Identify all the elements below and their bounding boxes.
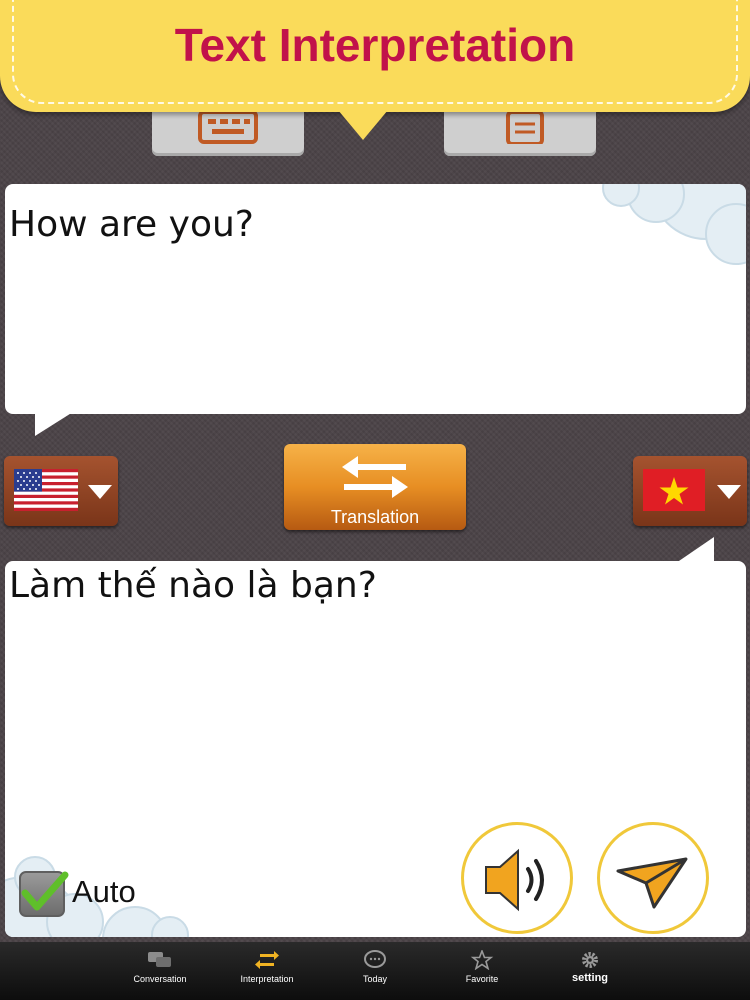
cloud-decoration bbox=[602, 184, 746, 265]
send-icon bbox=[616, 857, 688, 909]
star-icon bbox=[470, 950, 494, 970]
vietnam-flag-icon bbox=[643, 469, 705, 511]
tab-conversation[interactable]: Conversation bbox=[100, 942, 220, 1000]
translated-text: Làm thế nào là bạn? bbox=[9, 565, 377, 606]
chevron-down-icon bbox=[88, 485, 112, 499]
page-title: Text Interpretation bbox=[174, 19, 576, 71]
auto-checkbox[interactable] bbox=[19, 871, 69, 917]
target-panel-tail bbox=[676, 537, 714, 563]
source-text[interactable]: How are you? bbox=[9, 204, 254, 245]
swap-icon bbox=[255, 951, 279, 969]
auto-label: Auto bbox=[72, 874, 136, 909]
tab-bar: Conversation Interpretation Today Favori… bbox=[0, 942, 750, 1000]
translation-button[interactable]: Translation bbox=[284, 444, 466, 530]
source-language-selector[interactable] bbox=[4, 456, 118, 526]
tab-today[interactable]: Today bbox=[315, 942, 435, 1000]
speak-button[interactable] bbox=[461, 822, 573, 934]
keyboard-icon bbox=[198, 110, 258, 144]
checkmark-icon bbox=[21, 871, 69, 911]
speaker-icon bbox=[485, 848, 544, 912]
source-text-panel[interactable]: How are you? bbox=[5, 184, 746, 414]
tab-favorite[interactable]: Favorite bbox=[422, 942, 542, 1000]
swap-arrows-icon bbox=[342, 456, 408, 498]
gear-icon bbox=[582, 952, 598, 968]
source-panel-tail bbox=[35, 412, 73, 436]
tab-interpretation[interactable]: Interpretation bbox=[207, 942, 327, 1000]
chat-bubbles-icon bbox=[148, 952, 171, 967]
banner-pointer bbox=[333, 104, 393, 140]
tab-setting[interactable]: setting bbox=[530, 942, 650, 1000]
translation-label: Translation bbox=[330, 507, 420, 527]
target-language-selector[interactable] bbox=[633, 456, 747, 526]
speech-bubble-icon bbox=[364, 950, 386, 968]
clipboard-icon bbox=[506, 110, 544, 144]
us-flag-icon bbox=[14, 469, 78, 511]
chevron-down-icon bbox=[717, 485, 741, 499]
send-button[interactable] bbox=[597, 822, 709, 934]
